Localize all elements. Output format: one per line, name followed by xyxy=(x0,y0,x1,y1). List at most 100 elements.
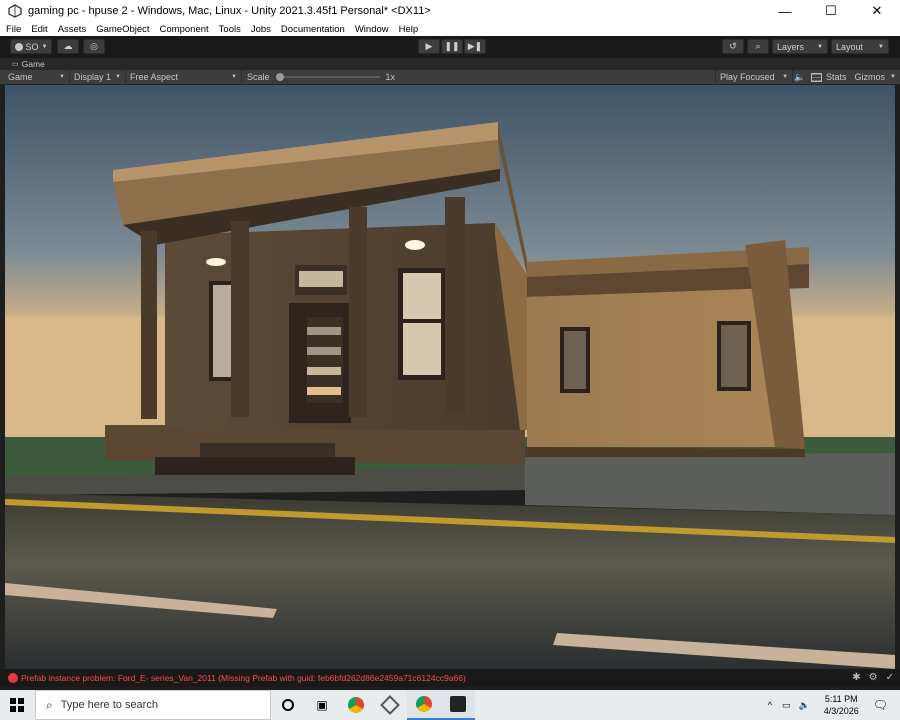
layers-dropdown[interactable]: Layers ▼ xyxy=(772,39,828,54)
taskbar-app-chrome-2[interactable] xyxy=(407,690,441,720)
volume-icon[interactable]: 🔈 xyxy=(799,700,810,711)
search-button[interactable]: ⌕ xyxy=(747,39,769,54)
windows-logo-icon xyxy=(10,698,24,712)
scale-slider-track xyxy=(275,76,380,78)
menu-documentation[interactable]: Documentation xyxy=(281,24,345,35)
mute-audio-button[interactable]: 🔈 xyxy=(793,72,807,83)
cache-icon[interactable]: ⚙ xyxy=(869,672,878,683)
chevron-down-icon: ▼ xyxy=(782,74,789,80)
house-main xyxy=(105,122,527,475)
collab-button[interactable]: ◎ xyxy=(83,39,105,54)
unity-toolbar: SO ▼ ☁ ◎ ▶ ❚❚ ▶❚ ↺ ⌕ Layers ▼ Layout ▼ xyxy=(0,36,900,58)
play-controls: ▶ ❚❚ ▶❚ xyxy=(418,39,486,54)
driveway xyxy=(525,453,895,515)
stats-icon xyxy=(811,72,823,82)
stats-label: Stats xyxy=(826,72,847,82)
maximize-button[interactable]: ☐ xyxy=(808,0,854,22)
status-message[interactable]: Prefab instance problem: Ford_E- series_… xyxy=(21,673,466,683)
search-icon: ⌕ xyxy=(46,697,53,712)
taskbar-app-chrome-1[interactable] xyxy=(339,690,373,720)
taskbar-search-box[interactable]: ⌕ Type here to search xyxy=(35,690,271,720)
pause-button[interactable]: ❚❚ xyxy=(441,39,463,54)
gizmos-dropdown[interactable]: Gizmos ▼ xyxy=(851,72,900,82)
game-mode-label: Game xyxy=(8,72,33,82)
chevron-down-icon: ▼ xyxy=(890,74,896,80)
aspect-label: Free Aspect xyxy=(130,72,179,82)
menu-help[interactable]: Help xyxy=(399,24,419,35)
history-button[interactable]: ↺ xyxy=(722,39,744,54)
game-tab-icon: ▭ xyxy=(12,61,19,68)
search-icon: ⌕ xyxy=(755,41,761,51)
aspect-dropdown[interactable]: Free Aspect ▼ xyxy=(126,69,242,85)
game-view-toolbar: Game ▼ Display 1 ▼ Free Aspect ▼ Scale 1… xyxy=(0,69,900,85)
chevron-down-icon: ▼ xyxy=(231,74,237,80)
stats-toggle[interactable]: Stats xyxy=(807,72,851,82)
menu-jobs[interactable]: Jobs xyxy=(251,24,271,35)
chevron-down-icon: ▼ xyxy=(817,43,823,50)
menu-edit[interactable]: Edit xyxy=(31,24,47,35)
cloud-icon: ☁ xyxy=(63,41,73,51)
scale-value: 1x xyxy=(385,72,396,82)
account-dropdown[interactable]: SO ▼ xyxy=(10,39,52,54)
history-icon: ↺ xyxy=(729,41,737,51)
menu-gameobject[interactable]: GameObject xyxy=(96,24,149,35)
tab-game[interactable]: ▭ Game xyxy=(0,59,45,69)
chevron-up-icon[interactable]: ^ xyxy=(768,700,772,710)
layout-dropdown[interactable]: Layout ▼ xyxy=(831,39,889,54)
unity-hub-icon xyxy=(380,695,400,715)
chrome-icon xyxy=(348,697,364,713)
taskbar-app-unity-hub[interactable] xyxy=(373,690,407,720)
minimize-button[interactable]: — xyxy=(762,0,808,22)
house-side-wing xyxy=(525,240,809,457)
scale-slider[interactable] xyxy=(275,72,380,82)
step-button[interactable]: ▶❚ xyxy=(464,39,486,54)
error-icon xyxy=(8,673,18,683)
clock-date: 4/3/2026 xyxy=(823,706,859,716)
bug-icon[interactable]: ✱ xyxy=(852,672,860,683)
clock[interactable]: 5:11 PM 4/3/2026 xyxy=(824,693,859,717)
chevron-down-icon: ▼ xyxy=(41,43,48,50)
cortana-button[interactable] xyxy=(271,690,305,720)
account-label: SO xyxy=(25,41,39,52)
menu-window[interactable]: Window xyxy=(355,24,389,35)
check-icon[interactable]: ✓ xyxy=(886,672,894,683)
play-button[interactable]: ▶ xyxy=(418,39,440,54)
menu-assets[interactable]: Assets xyxy=(58,24,87,35)
menu-tools[interactable]: Tools xyxy=(219,24,241,35)
chevron-down-icon: ▼ xyxy=(115,74,121,80)
close-button[interactable]: ✕ xyxy=(854,0,900,22)
title-bar: gaming pc - hpuse 2 - Windows, Mac, Linu… xyxy=(0,0,900,22)
layout-label: Layout xyxy=(836,41,864,52)
menu-component[interactable]: Component xyxy=(160,24,209,35)
console-status-bar[interactable]: Prefab instance problem: Ford_E- series_… xyxy=(0,669,900,687)
chevron-down-icon: ▼ xyxy=(59,74,65,80)
play-icon: ▶ xyxy=(425,41,433,51)
chevron-down-icon: ▼ xyxy=(878,43,884,50)
scene-render xyxy=(5,85,895,669)
game-viewport[interactable] xyxy=(5,85,895,669)
account-icon xyxy=(14,42,23,51)
network-icon[interactable]: ▭ xyxy=(782,700,791,711)
taskbar-app-unity-editor[interactable] xyxy=(441,690,475,720)
play-focused-dropdown[interactable]: Play Focused ▼ xyxy=(715,69,794,85)
task-view-button[interactable]: ▣ xyxy=(305,690,339,720)
game-mode-dropdown[interactable]: Game ▼ xyxy=(0,69,70,85)
scale-control: Scale 1x xyxy=(242,72,402,82)
play-focused-label: Play Focused xyxy=(720,72,775,82)
notification-icon[interactable]: 🗨 xyxy=(873,698,888,712)
cloud-button[interactable]: ☁ xyxy=(57,39,79,54)
cortana-icon xyxy=(282,699,294,711)
collab-icon: ◎ xyxy=(90,41,98,51)
chrome-icon xyxy=(416,696,432,712)
unity-logo-icon xyxy=(8,4,22,18)
speaker-icon: 🔈 xyxy=(794,71,806,82)
display-dropdown[interactable]: Display 1 ▼ xyxy=(70,69,126,85)
status-icons: ✱ ⚙ ✓ xyxy=(852,672,894,683)
gizmos-label: Gizmos xyxy=(854,72,886,82)
window-title: gaming pc - hpuse 2 - Windows, Mac, Linu… xyxy=(28,5,431,17)
scale-slider-handle[interactable] xyxy=(275,73,284,81)
menu-file[interactable]: File xyxy=(6,24,21,35)
start-button[interactable] xyxy=(0,690,34,720)
scale-label: Scale xyxy=(247,72,270,82)
layers-label: Layers xyxy=(777,41,805,52)
